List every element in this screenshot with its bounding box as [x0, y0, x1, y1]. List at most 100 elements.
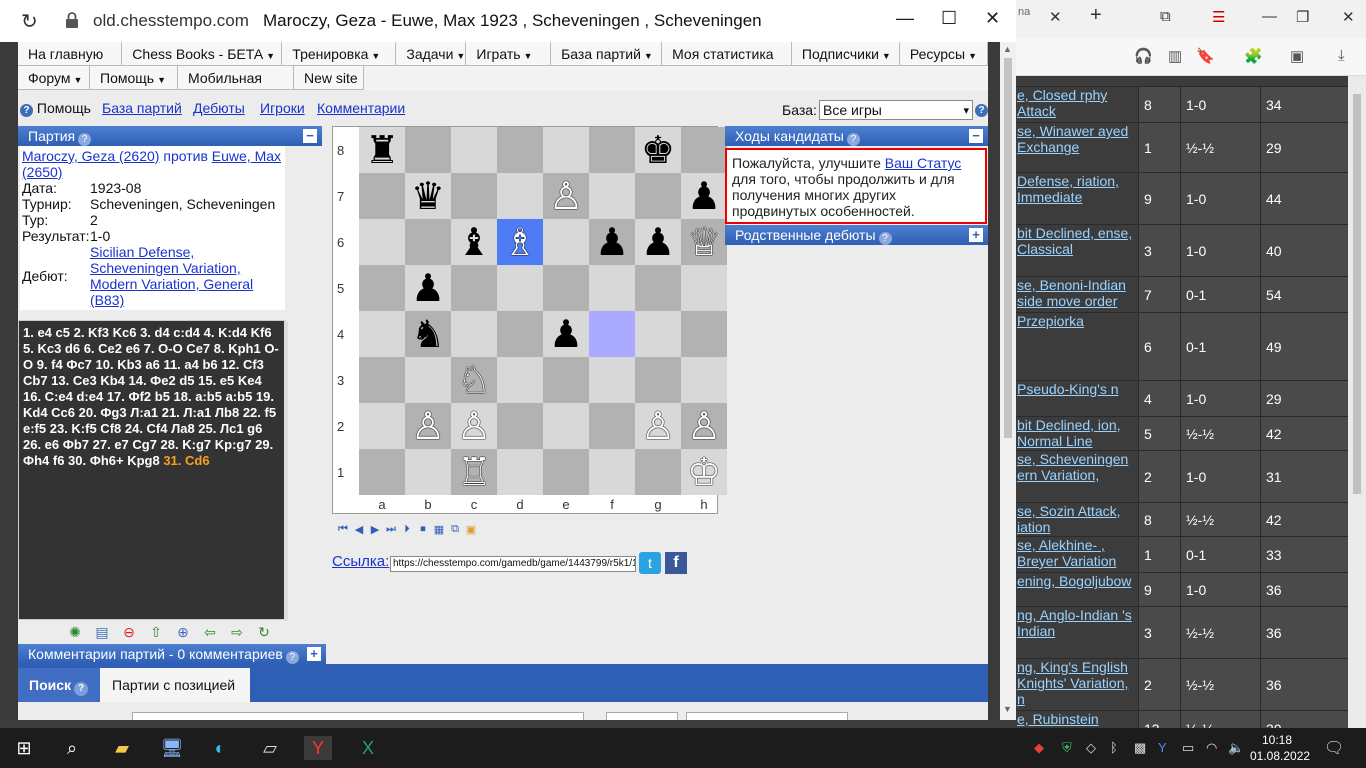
twitter-icon[interactable]: t [639, 552, 661, 574]
opening-name-link[interactable]: e, Closed rphy Attack [1017, 87, 1107, 119]
square-d1[interactable] [497, 449, 543, 495]
table-row[interactable]: ng, Anglo-Indian 's Indian 3 ½-½ 36 [1016, 606, 1348, 658]
tray-app-icon[interactable]: ◇ [1086, 740, 1096, 756]
opening-name-link[interactable]: Przepiorka [1017, 313, 1084, 329]
headphones-icon[interactable]: 🎧 [1134, 47, 1153, 65]
menu-dot-icon[interactable]: ☰ [1212, 8, 1225, 26]
opening-name-link[interactable]: se, Alekhine- , Breyer Variation [1017, 537, 1116, 569]
menu-item-8[interactable]: Ресурсы ▼ [899, 42, 988, 66]
square-h2[interactable]: ♙ [681, 403, 727, 449]
square-d2[interactable] [497, 403, 543, 449]
search-option[interactable] [606, 712, 678, 720]
scroll-down-icon[interactable]: ▼ [1003, 704, 1012, 714]
square-a3[interactable] [359, 357, 405, 403]
page-scrollbar[interactable]: ▲ ▼ [1000, 42, 1016, 720]
square-b7[interactable]: ♛ [405, 173, 451, 219]
opening-name-link[interactable]: bit Declined, ion, Normal Line [1017, 417, 1121, 449]
piece-c6[interactable]: ♝ [457, 219, 491, 265]
piece-g6[interactable]: ♟ [641, 219, 675, 265]
background-tab[interactable]: na [1018, 6, 1030, 18]
opening-name-link[interactable]: se, Winawer ayed Exchange [1017, 123, 1128, 155]
tab-actions-icon[interactable]: ⧉ [1160, 8, 1171, 25]
opening-name-link[interactable]: ening, Bogoljubow [1017, 573, 1131, 589]
background-scrollbar[interactable] [1348, 76, 1366, 728]
url-domain[interactable]: old.chesstempo.com [93, 11, 249, 31]
square-f8[interactable] [589, 127, 635, 173]
square-g4[interactable] [635, 311, 681, 357]
table-row[interactable]: bit Declined, ion, Normal Line 5 ½-½ 42 [1016, 416, 1348, 450]
help-icon[interactable]: ? [285, 651, 299, 664]
piece-b4[interactable]: ♞ [411, 311, 445, 357]
opening-name-link[interactable]: bit Declined, ense, Classical [1017, 225, 1132, 257]
square-a5[interactable] [359, 265, 405, 311]
square-h6[interactable]: ♕ [681, 219, 727, 265]
tray-app-icon[interactable]: ◆ [1034, 740, 1044, 756]
stop-icon[interactable]: ⏹ [416, 522, 430, 536]
expand-icon[interactable]: + [969, 228, 983, 242]
square-g5[interactable] [635, 265, 681, 311]
menu-item-5[interactable]: База партий ▼ [551, 42, 663, 66]
piece-e4[interactable]: ♟ [549, 311, 583, 357]
square-c2[interactable]: ♙ [451, 403, 497, 449]
piece-c2[interactable]: ♙ [457, 403, 491, 449]
collections-icon[interactable]: ▥ [1168, 47, 1182, 65]
table-row[interactable]: ening, Bogoljubow 9 1-0 36 [1016, 572, 1348, 606]
square-e3[interactable] [543, 357, 589, 403]
prev-move-icon[interactable]: ◀ [352, 522, 366, 536]
bookmark-icon[interactable]: 🔖 [1196, 47, 1215, 65]
facebook-icon[interactable]: f [665, 552, 687, 574]
square-b6[interactable] [405, 219, 451, 265]
battery-icon[interactable]: ▭ [1182, 740, 1194, 756]
remove-icon[interactable]: ⊖ [118, 622, 140, 642]
piece-h7[interactable]: ♟ [687, 173, 721, 219]
square-f6[interactable]: ♟ [589, 219, 635, 265]
play-icon[interactable]: ⏵ [400, 522, 414, 536]
notes-icon[interactable]: ▤ [91, 622, 113, 642]
square-h3[interactable] [681, 357, 727, 403]
piece-c1[interactable]: ♖ [457, 449, 491, 495]
search-icon[interactable]: ⌕ [58, 736, 86, 760]
table-row[interactable]: se, Scheveningen ern Variation, 2 1-0 31 [1016, 450, 1348, 502]
square-g6[interactable]: ♟ [635, 219, 681, 265]
download-icon[interactable]: ⤓ [1338, 47, 1345, 64]
square-d5[interactable] [497, 265, 543, 311]
maximize-icon[interactable]: ☐ [941, 8, 957, 29]
help-icon[interactable]: ? [975, 104, 988, 117]
table-row[interactable]: e, Closed rphy Attack 8 1-0 34 [1016, 86, 1348, 122]
square-a7[interactable] [359, 173, 405, 219]
base-select[interactable]: Все игры ▾ [819, 100, 973, 120]
collapse-icon[interactable]: − [969, 129, 983, 143]
table-row[interactable]: Pseudo-King's n 4 1-0 29 [1016, 380, 1348, 416]
square-f4[interactable] [589, 311, 635, 357]
square-c4[interactable] [451, 311, 497, 357]
square-h4[interactable] [681, 311, 727, 357]
close-tab-icon[interactable]: ✕ [1049, 8, 1062, 26]
square-f3[interactable] [589, 357, 635, 403]
search-input[interactable] [132, 712, 584, 720]
square-b4[interactable]: ♞ [405, 311, 451, 357]
new-tab-icon[interactable]: + [1090, 4, 1102, 27]
piece-h2[interactable]: ♙ [687, 403, 721, 449]
square-e1[interactable] [543, 449, 589, 495]
notifications-icon[interactable]: 🗨 [1324, 738, 1344, 758]
square-c8[interactable] [451, 127, 497, 173]
square-h5[interactable] [681, 265, 727, 311]
file-explorer-icon[interactable]: ▰ [108, 736, 136, 760]
opening-name-link[interactable]: ng, Anglo-Indian 's Indian [1017, 607, 1132, 639]
square-e6[interactable] [543, 219, 589, 265]
square-b3[interactable] [405, 357, 451, 403]
add-note-icon[interactable]: ⊕ [172, 622, 194, 642]
back-arrow-icon[interactable]: ⇦ [199, 622, 221, 642]
piece-h1[interactable]: ♔ [687, 449, 721, 495]
board-settings-icon[interactable]: ▦ [432, 522, 446, 536]
square-e2[interactable] [543, 403, 589, 449]
opening-name-link[interactable]: Pseudo-King's n [1017, 381, 1119, 397]
tray-app-icon[interactable]: ▩ [1134, 740, 1146, 756]
square-g2[interactable]: ♙ [635, 403, 681, 449]
square-b5[interactable]: ♟ [405, 265, 451, 311]
piece-g2[interactable]: ♙ [641, 403, 675, 449]
copy-icon[interactable]: ⧉ [448, 522, 462, 536]
table-row[interactable]: bit Declined, ense, Classical 3 1-0 40 [1016, 224, 1348, 276]
search-field[interactable] [686, 712, 848, 720]
tab-search[interactable]: Поиск? [18, 668, 100, 702]
